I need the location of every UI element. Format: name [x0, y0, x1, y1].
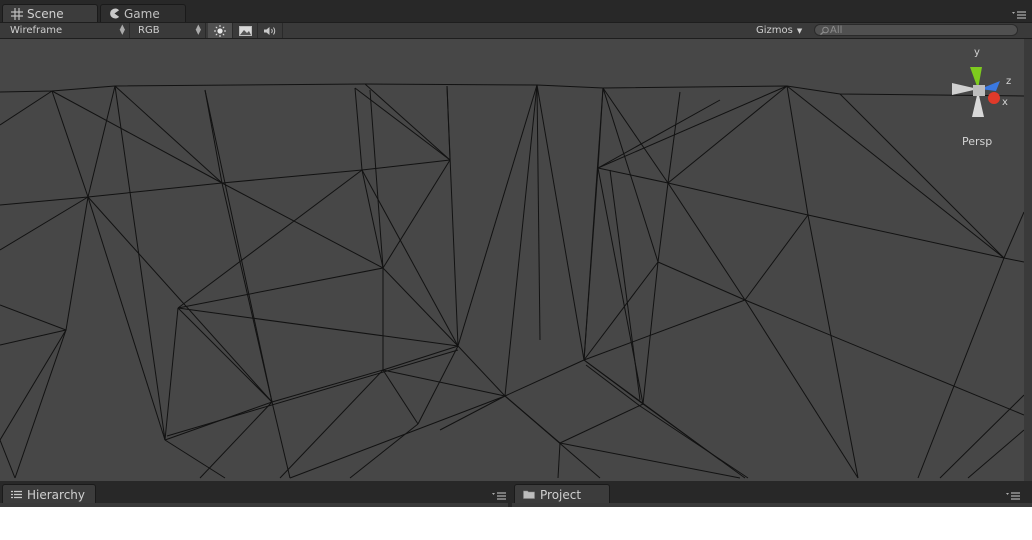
- panel-menu-icon[interactable]: [1006, 491, 1020, 501]
- speaker-icon: [264, 26, 276, 35]
- draw-mode-value: Wireframe: [10, 25, 63, 36]
- image-icon: [238, 25, 252, 36]
- list-icon: [11, 490, 22, 499]
- panel-menu-icon[interactable]: [1012, 10, 1026, 20]
- tab-game[interactable]: Game: [100, 4, 186, 22]
- y-axis-label: y: [974, 47, 980, 58]
- tab-hierarchy[interactable]: Hierarchy: [2, 484, 96, 504]
- scene-lighting-toggle[interactable]: [208, 23, 233, 38]
- scene-viewport[interactable]: y z x Persp: [0, 39, 1032, 481]
- z-axis-label: z: [1006, 76, 1011, 87]
- scene-toolbar: Wireframe ▲ ▼ RGB ▲ ▼ Gizmos ▼ All: [0, 22, 1032, 39]
- render-mode-dropdown[interactable]: RGB ▲ ▼: [130, 23, 206, 38]
- dropdown-arrows-icon: ▲ ▼: [119, 23, 125, 36]
- sun-icon: [214, 24, 226, 37]
- viewport-scrollbar[interactable]: [1024, 39, 1032, 481]
- gizmos-label: Gizmos: [756, 25, 793, 36]
- project-toolbar-strip: [512, 503, 1032, 507]
- pacman-icon: [110, 8, 120, 19]
- tab-scene[interactable]: Scene: [2, 4, 98, 22]
- gizmos-dropdown[interactable]: Gizmos ▼: [756, 23, 802, 38]
- panel-menu-icon[interactable]: [492, 491, 506, 501]
- tab-hierarchy-label: Hierarchy: [27, 487, 86, 502]
- scene-search-input[interactable]: All: [814, 24, 1018, 36]
- tab-project[interactable]: Project: [514, 484, 610, 504]
- draw-mode-dropdown[interactable]: Wireframe ▲ ▼: [0, 23, 130, 38]
- tab-game-label: Game: [124, 6, 160, 21]
- scene-effects-toggle[interactable]: [233, 23, 258, 38]
- bottom-panels: Hierarchy Project: [0, 481, 1032, 507]
- render-mode-value: RGB: [138, 25, 160, 36]
- wireframe-mesh: [0, 83, 1024, 479]
- dropdown-arrows-icon: ▲ ▼: [195, 23, 201, 36]
- x-axis-label: x: [1002, 97, 1008, 108]
- projection-label[interactable]: Persp: [962, 135, 992, 148]
- tab-project-label: Project: [540, 487, 582, 502]
- search-icon: [820, 26, 829, 35]
- orientation-gizmo[interactable]: y z x: [944, 45, 1024, 125]
- tab-scene-label: Scene: [27, 6, 64, 21]
- chevron-down-icon: ▼: [796, 26, 803, 35]
- grid-icon: [11, 7, 23, 20]
- scene-audio-toggle[interactable]: [258, 23, 283, 38]
- scene-tab-bar: Scene Game: [0, 0, 1032, 22]
- hierarchy-toolbar-strip: [0, 503, 508, 507]
- folder-icon: [523, 490, 535, 499]
- search-placeholder: All: [830, 24, 843, 36]
